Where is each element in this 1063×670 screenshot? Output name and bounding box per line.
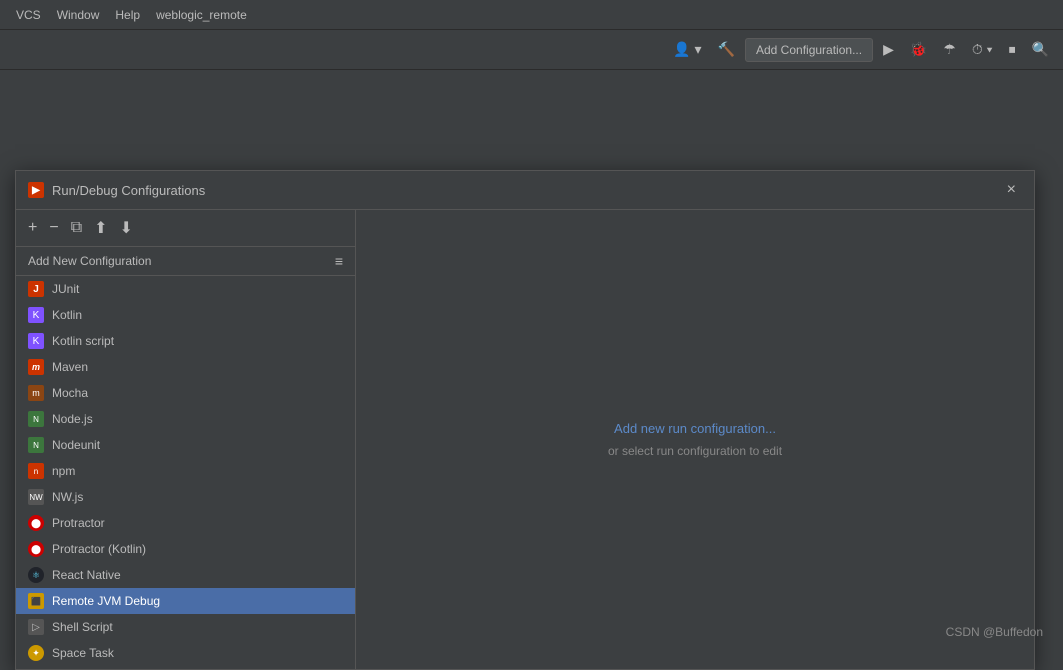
menu-help[interactable]: Help — [107, 4, 148, 26]
config-item-nwjs-label: NW.js — [52, 490, 83, 504]
config-header-text: Add New Configuration — [28, 254, 151, 268]
config-item-maven-label: Maven — [52, 360, 88, 374]
kotlin-icon: K — [28, 307, 44, 323]
dialog-close-button[interactable]: × — [1001, 179, 1022, 201]
config-item-mocha[interactable]: m Mocha — [16, 380, 355, 406]
config-item-kotlin[interactable]: K Kotlin — [16, 302, 355, 328]
config-item-junit-label: JUnit — [52, 282, 79, 296]
menu-vcs[interactable]: VCS — [8, 4, 49, 26]
config-item-nodejs[interactable]: N Node.js — [16, 406, 355, 432]
dialog-body: + − ⧉ ⬆ ⬇ Add New Configuration ≡ J JUni… — [16, 210, 1034, 669]
remove-config-button[interactable]: − — [45, 217, 62, 239]
config-item-kotlin-label: Kotlin — [52, 308, 82, 322]
coverage-button[interactable]: ☂ — [937, 37, 962, 62]
dialog-title: ▶ Run/Debug Configurations — [28, 182, 205, 198]
config-item-react-native-label: React Native — [52, 568, 121, 582]
config-item-maven[interactable]: m Maven — [16, 354, 355, 380]
copy-config-button[interactable]: ⧉ — [67, 217, 86, 239]
config-item-nodeunit-label: Nodeunit — [52, 438, 100, 452]
left-toolbar: + − ⧉ ⬆ ⬇ — [16, 210, 355, 247]
stop-button[interactable]: ⏹ — [1003, 37, 1022, 62]
config-item-nodejs-label: Node.js — [52, 412, 93, 426]
kotlin-script-icon: K — [28, 333, 44, 349]
npm-icon: n — [28, 463, 44, 479]
add-run-config-link[interactable]: Add new run configuration... — [614, 421, 776, 436]
config-item-protractor-kotlin-label: Protractor (Kotlin) — [52, 542, 146, 556]
left-panel: + − ⧉ ⬆ ⬇ Add New Configuration ≡ J JUni… — [16, 210, 356, 669]
config-item-kotlin-script-label: Kotlin script — [52, 334, 114, 348]
dialog-title-text: Run/Debug Configurations — [52, 183, 205, 198]
config-list[interactable]: J JUnit K Kotlin K Kotlin script m Maven — [16, 276, 355, 669]
profile-run-button[interactable]: ⏱ ▾ — [966, 37, 999, 62]
protractor-icon: ⬤ — [28, 515, 44, 531]
shell-script-icon: ▷ — [28, 619, 44, 635]
config-item-mocha-label: Mocha — [52, 386, 88, 400]
config-item-npm-label: npm — [52, 464, 75, 478]
config-item-react-native[interactable]: ⚛ React Native — [16, 562, 355, 588]
dialog-icon: ▶ — [28, 182, 44, 198]
move-up-button[interactable]: ⬆ — [90, 216, 111, 240]
or-select-text: or select run configuration to edit — [608, 444, 782, 458]
config-item-remote-jvm-label: Remote JVM Debug — [52, 594, 160, 608]
protractor-kotlin-icon: ⬤ — [28, 541, 44, 557]
right-panel: Add new run configuration... or select r… — [356, 210, 1034, 669]
add-configuration-button[interactable]: Add Configuration... — [745, 38, 873, 62]
run-debug-dialog: ▶ Run/Debug Configurations × + − ⧉ ⬆ ⬇ A… — [15, 170, 1035, 670]
menu-window[interactable]: Window — [49, 4, 108, 26]
config-item-shell-script-label: Shell Script — [52, 620, 113, 634]
build-button[interactable]: 🔨 — [712, 37, 741, 62]
maven-icon: m — [28, 359, 44, 375]
config-item-kotlin-script[interactable]: K Kotlin script — [16, 328, 355, 354]
react-native-icon: ⚛ — [28, 567, 44, 583]
nodejs-icon: N — [28, 411, 44, 427]
config-item-protractor[interactable]: ⬤ Protractor — [16, 510, 355, 536]
nodeunit-icon: N — [28, 437, 44, 453]
nwjs-icon: NW — [28, 489, 44, 505]
junit-icon: J — [28, 281, 44, 297]
watermark: CSDN @Buffedon — [946, 625, 1043, 639]
mocha-icon: m — [28, 385, 44, 401]
toolbar: 👤 ▾ 🔨 Add Configuration... ▶ 🐞 ☂ ⏱ ▾ ⏹ 🔍 — [0, 30, 1063, 70]
config-item-space-task[interactable]: ✦ Space Task — [16, 640, 355, 666]
config-item-npm[interactable]: n npm — [16, 458, 355, 484]
dialog-title-bar: ▶ Run/Debug Configurations × — [16, 171, 1034, 210]
config-item-remote-jvm[interactable]: ⬛ Remote JVM Debug — [16, 588, 355, 614]
config-item-spy-js[interactable]: S Spy-js — [16, 666, 355, 669]
debug-button[interactable]: 🐞 — [904, 37, 933, 62]
config-item-junit[interactable]: J JUnit — [16, 276, 355, 302]
config-header: Add New Configuration ≡ — [16, 247, 355, 276]
config-item-nwjs[interactable]: NW NW.js — [16, 484, 355, 510]
add-config-toolbar-button[interactable]: + — [24, 217, 41, 239]
run-button[interactable]: ▶ — [877, 37, 900, 62]
profile-button[interactable]: 👤 ▾ — [667, 37, 707, 62]
config-item-shell-script[interactable]: ▷ Shell Script — [16, 614, 355, 640]
sort-icon[interactable]: ≡ — [335, 253, 343, 269]
move-down-button[interactable]: ⬇ — [116, 216, 137, 240]
right-content: Add new run configuration... or select r… — [608, 421, 782, 458]
config-item-space-task-label: Space Task — [52, 646, 114, 660]
main-area: ▶ Run/Debug Configurations × + − ⧉ ⬆ ⬇ A… — [0, 70, 1063, 659]
config-item-protractor-label: Protractor — [52, 516, 105, 530]
remote-jvm-icon: ⬛ — [28, 593, 44, 609]
config-item-protractor-kotlin[interactable]: ⬤ Protractor (Kotlin) — [16, 536, 355, 562]
config-item-nodeunit[interactable]: N Nodeunit — [16, 432, 355, 458]
menu-bar: VCS Window Help weblogic_remote — [0, 0, 1063, 30]
project-name: weblogic_remote — [156, 8, 247, 22]
search-button[interactable]: 🔍 — [1026, 37, 1055, 62]
